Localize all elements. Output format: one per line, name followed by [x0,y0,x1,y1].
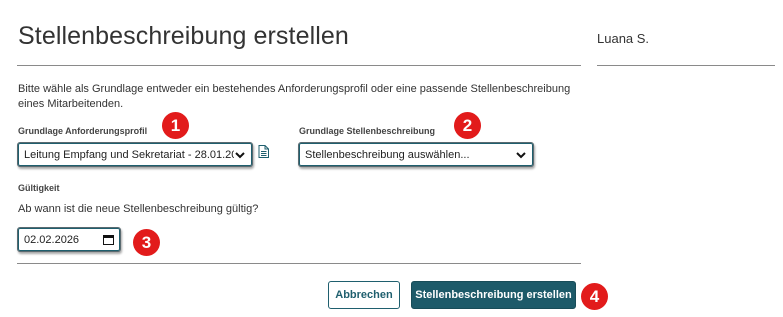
step-marker-1: 1 [162,112,189,139]
user-name[interactable]: Luana S. [597,31,649,46]
gueltigkeit-label: Gültigkeit [18,183,60,193]
chevron-down-icon [235,151,245,158]
page-title: Stellenbeschreibung erstellen [18,22,349,50]
profil-label: Grundlage Anforderungsprofil [18,126,148,136]
create-button[interactable]: Stellenbeschreibung erstellen [411,281,576,309]
cancel-button[interactable]: Abbrechen [328,281,400,309]
profil-select-value: Leitung Empfang und Sekretariat - 28.01.… [24,148,234,161]
document-icon[interactable] [258,145,269,158]
step-marker-3: 3 [133,229,160,256]
date-input[interactable]: 02.02.2026 [17,227,121,252]
calendar-icon[interactable] [103,234,114,245]
gueltigkeit-question: Ab wann ist die neue Stellenbeschreibung… [18,203,259,215]
stelle-select[interactable]: Stellenbeschreibung auswählen... [298,142,534,167]
chevron-down-icon [516,151,526,158]
profil-select[interactable]: Leitung Empfang und Sekretariat - 28.01.… [17,142,253,167]
date-input-value: 02.02.2026 [24,233,80,246]
divider [17,65,581,66]
step-marker-4: 4 [581,283,608,310]
intro-text: Bitte wähle als Grundlage entweder ein b… [18,83,571,110]
divider [17,263,581,264]
stelle-label: Grundlage Stellenbeschreibung [299,126,436,136]
step-marker-2: 2 [454,112,481,139]
divider [597,65,775,66]
stelle-select-value: Stellenbeschreibung auswählen... [305,148,470,161]
